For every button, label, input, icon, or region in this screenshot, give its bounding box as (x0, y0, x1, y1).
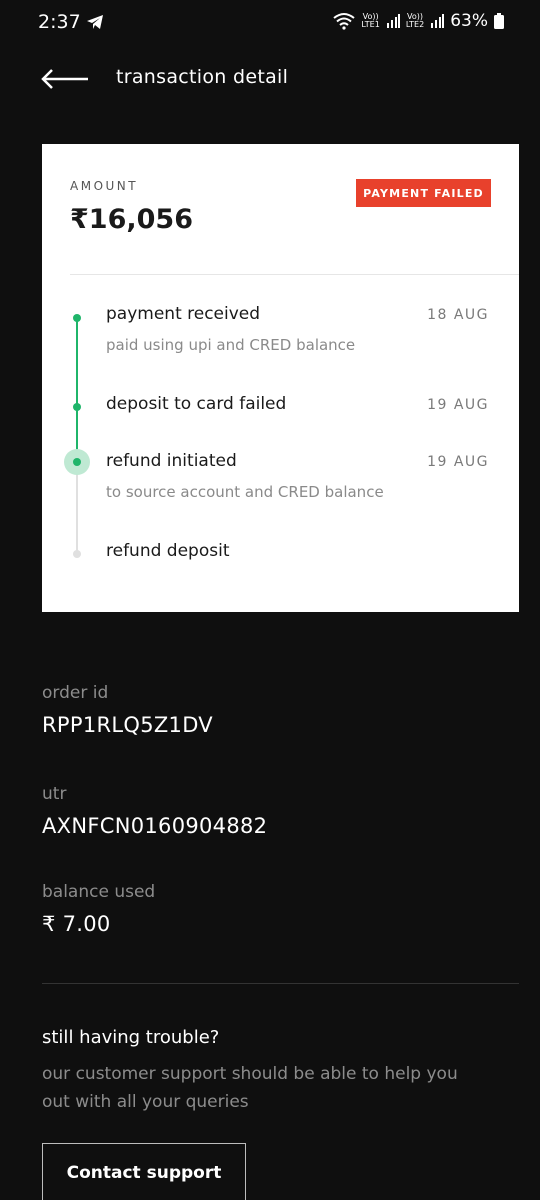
support-title: still having trouble? (42, 1027, 220, 1048)
step-date: 19 AUG (427, 454, 489, 470)
timeline-line-complete (76, 316, 78, 464)
signal-icon (386, 14, 400, 28)
step-date: 19 AUG (427, 397, 489, 413)
utr-label: utr (42, 784, 67, 804)
signal-icon-2 (431, 14, 445, 28)
amount-value: ₹16,056 (70, 204, 193, 235)
timeline-dot-complete (73, 403, 81, 411)
status-bar: 2:37 Vo)) LTE1 Vo)) LTE2 63% (0, 0, 540, 46)
timeline-line-pending (76, 464, 78, 554)
status-badge: PAYMENT FAILED (356, 179, 491, 207)
step-subtitle: to source account and CRED balance (106, 483, 384, 501)
transaction-card: AMOUNT ₹16,056 PAYMENT FAILED payment re… (42, 144, 519, 612)
battery-percent: 63% (450, 11, 488, 31)
status-time: 2:37 (38, 11, 81, 33)
card-divider (70, 274, 519, 275)
battery-icon (494, 13, 504, 29)
step-title: refund deposit (106, 541, 230, 561)
step-title: payment received (106, 304, 261, 324)
back-arrow-icon[interactable] (40, 66, 90, 92)
balance-used-value: ₹ 7.00 (42, 912, 111, 936)
step-date: 18 AUG (427, 307, 489, 323)
lte2-indicator: Vo)) LTE2 (405, 12, 425, 29)
support-text: our customer support should be able to h… (42, 1064, 458, 1112)
timeline-dot-pending (73, 550, 81, 558)
lte1-indicator: Vo)) LTE1 (361, 12, 380, 29)
transaction-detail-screen: 2:37 Vo)) LTE1 Vo)) LTE2 63% transaction… (0, 0, 540, 1200)
timeline-dot-complete (73, 314, 81, 322)
telegram-icon (87, 15, 103, 29)
utr-value: AXNFCN0160904882 (42, 814, 268, 838)
contact-support-button[interactable]: Contact support (42, 1143, 246, 1200)
order-id-label: order id (42, 683, 109, 703)
page-title: transaction detail (116, 66, 289, 88)
balance-used-label: balance used (42, 882, 156, 902)
step-title: refund initiated (106, 451, 237, 471)
status-right: Vo)) LTE1 Vo)) LTE2 63% (333, 11, 504, 31)
step-subtitle: paid using upi and CRED balance (106, 336, 356, 354)
step-title: deposit to card failed (106, 394, 287, 414)
wifi-icon (333, 13, 356, 30)
timeline-dot-current (73, 458, 81, 466)
order-id-value: RPP1RLQ5Z1DV (42, 713, 213, 737)
section-divider (42, 983, 519, 984)
amount-label: AMOUNT (70, 179, 139, 193)
